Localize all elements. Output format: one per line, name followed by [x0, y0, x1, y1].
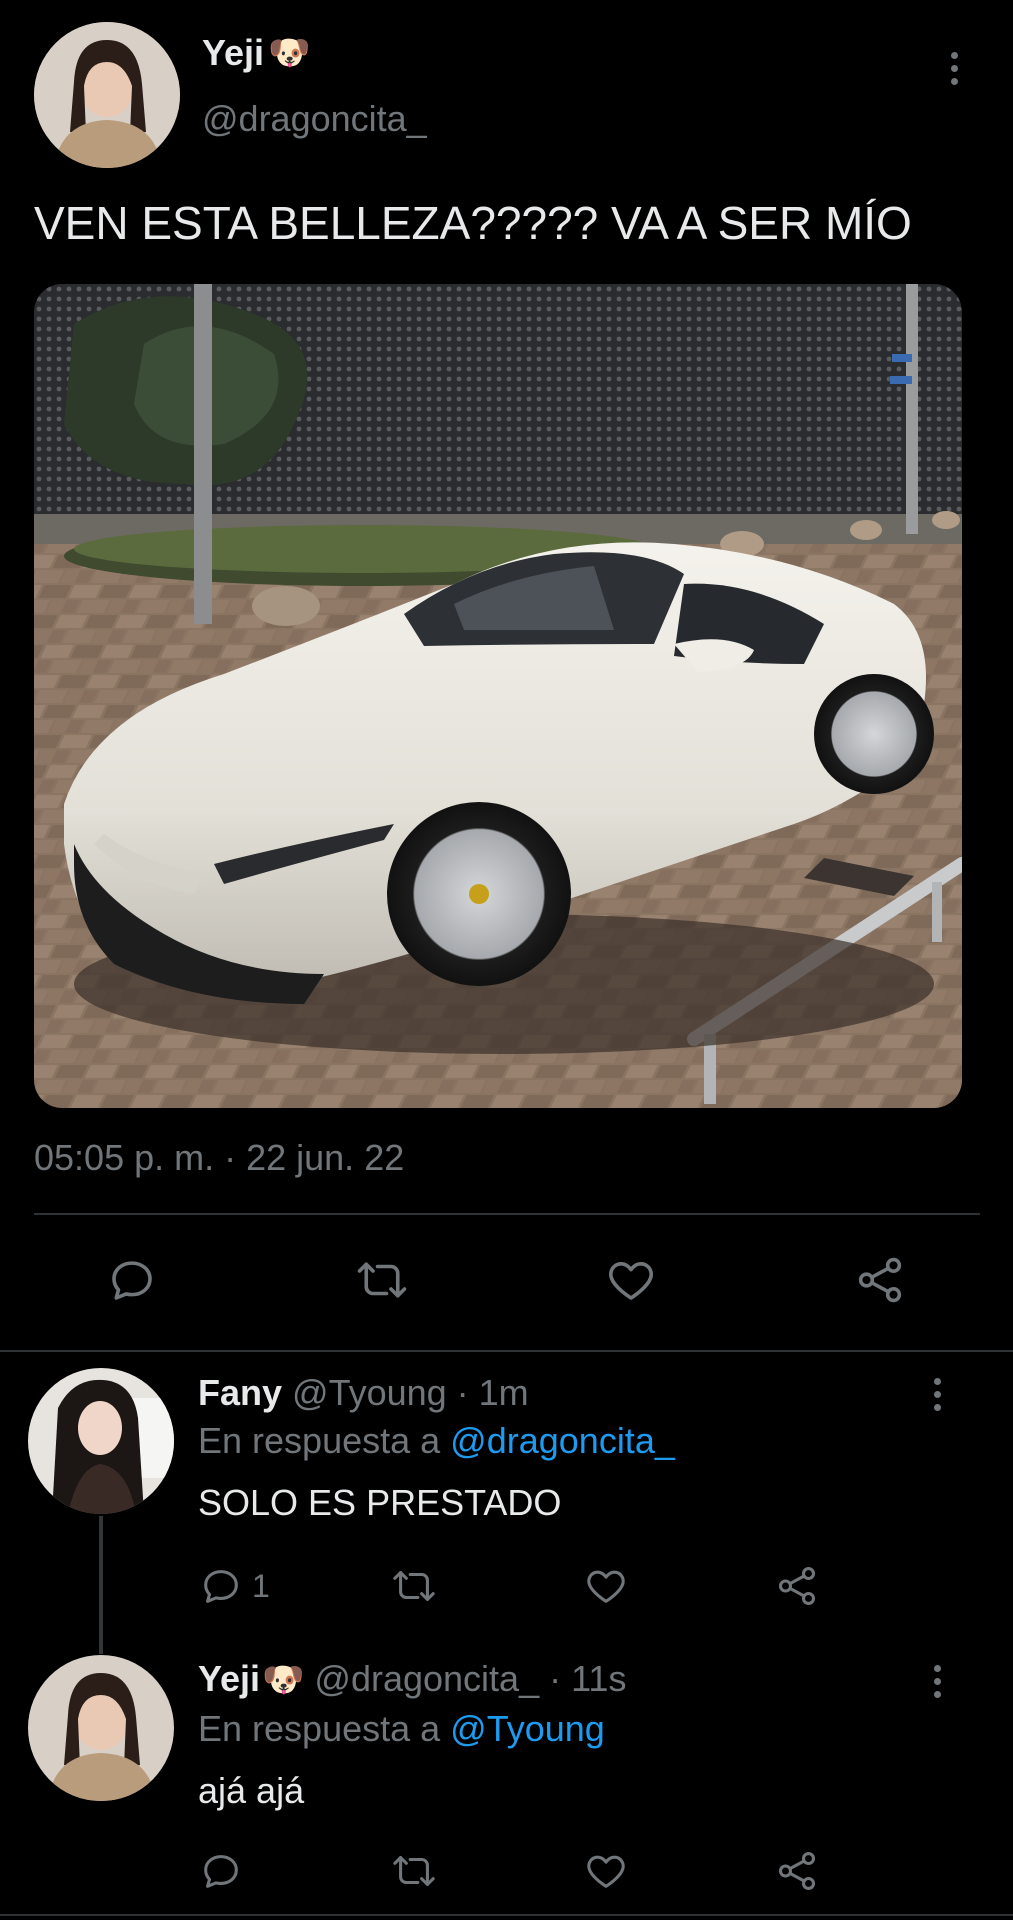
reply-text: ajá ajá — [198, 1770, 305, 1811]
author-name-row[interactable]: Yeji 🐶 — [202, 32, 310, 74]
share-icon[interactable] — [852, 1253, 908, 1307]
reply-avatar-yeji[interactable] — [28, 1655, 174, 1801]
reply-icon[interactable] — [198, 1848, 244, 1894]
reply-count: 1 — [252, 1567, 270, 1604]
dog-emoji: 🐶 — [262, 1661, 305, 1699]
tweet-timestamp[interactable]: 05:05 p. m. · 22 jun. 22 — [34, 1137, 404, 1179]
reply-author-handle: @Tyoung — [292, 1372, 447, 1413]
retweet-icon[interactable] — [388, 1563, 440, 1609]
avatar[interactable] — [34, 22, 180, 168]
divider — [0, 1914, 1013, 1916]
reply-author-handle: @dragoncita_ — [314, 1658, 540, 1699]
thread-line — [99, 1516, 103, 1654]
in-reply-to: En respuesta a @dragoncita_ — [198, 1420, 675, 1462]
like-icon[interactable] — [582, 1563, 630, 1609]
reply-header[interactable]: Yeji 🐶 @dragoncita_ · 11s — [198, 1658, 626, 1700]
in-reply-to-link[interactable]: @dragoncita_ — [450, 1420, 675, 1461]
retweet-icon[interactable] — [388, 1848, 440, 1894]
share-icon[interactable] — [773, 1563, 821, 1609]
tweet-text: VEN ESTA BELLEZA????? VA A SER MÍO — [34, 197, 912, 249]
author-handle[interactable]: @dragoncita_ — [202, 98, 427, 140]
reply-icon[interactable] — [198, 1563, 244, 1609]
in-reply-to: En respuesta a @Tyoung — [198, 1708, 605, 1750]
author-name: Yeji — [202, 32, 265, 73]
retweet-icon[interactable] — [352, 1253, 412, 1307]
tweet-image[interactable] — [34, 284, 962, 1108]
in-reply-to-link[interactable]: @Tyoung — [450, 1708, 605, 1749]
reply-text: SOLO ES PRESTADO — [198, 1482, 562, 1523]
reply-time: · 1m — [456, 1372, 529, 1413]
reply-time: · 11s — [549, 1658, 627, 1699]
reply-avatar-fany[interactable] — [28, 1368, 174, 1514]
like-icon[interactable] — [582, 1848, 630, 1894]
dog-emoji: 🐶 — [268, 34, 311, 72]
divider — [34, 1213, 980, 1215]
more-options-icon[interactable] — [931, 1665, 943, 1698]
reply-header[interactable]: Fany @Tyoung · 1m — [198, 1372, 529, 1414]
reply-author-name: Yeji — [198, 1658, 261, 1699]
more-options-icon[interactable] — [948, 52, 960, 85]
reply-author-name: Fany — [198, 1372, 283, 1413]
in-reply-to-prefix: En respuesta a — [198, 1420, 441, 1461]
reply-action-reply[interactable]: 1 — [198, 1563, 270, 1609]
divider — [0, 1350, 1013, 1352]
share-icon[interactable] — [773, 1848, 821, 1894]
like-icon[interactable] — [603, 1253, 659, 1307]
reply-icon[interactable] — [105, 1253, 159, 1307]
more-options-icon[interactable] — [931, 1378, 943, 1411]
in-reply-to-prefix: En respuesta a — [198, 1708, 441, 1749]
